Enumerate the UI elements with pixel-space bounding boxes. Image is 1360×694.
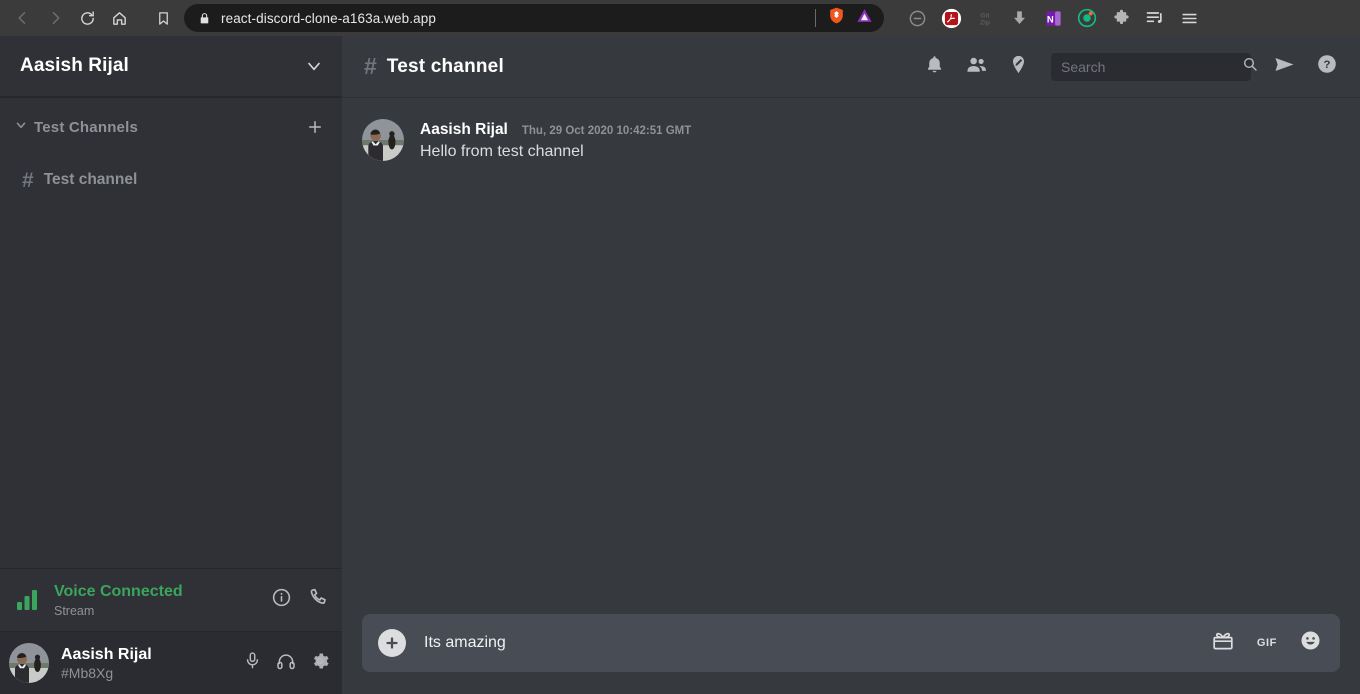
category-label-group: Test Channels	[14, 118, 138, 137]
bookmark-button[interactable]	[148, 3, 178, 33]
svg-text:Zip: Zip	[980, 20, 990, 27]
channel-list: Test Channels # Test channel	[0, 97, 342, 568]
gitzip-icon[interactable]: Git Zip	[974, 7, 996, 29]
page-title: Test channel	[386, 55, 504, 77]
message-author: Aasish Rijal	[420, 121, 508, 138]
back-button[interactable]	[8, 3, 38, 33]
message-input[interactable]	[424, 634, 1211, 652]
help-icon[interactable]: ?	[1316, 53, 1338, 80]
add-channel-button[interactable]	[306, 118, 324, 136]
extensions-puzzle-icon[interactable]	[1110, 7, 1132, 29]
chat-panel: # Test channel Search ? Aasish Rijal Thu…	[342, 36, 1360, 694]
svg-text:?: ?	[1324, 59, 1331, 71]
lock-icon	[198, 12, 211, 25]
user-tag: #Mb8Xg	[61, 665, 114, 682]
message-text: Hello from test channel	[420, 143, 584, 160]
sidebar: Aasish Rijal Test Channels # Test channe…	[0, 36, 342, 694]
search-box[interactable]	[1051, 52, 1257, 81]
circle-dash-icon[interactable]	[906, 7, 928, 29]
voice-text-group: Voice Connected Stream	[54, 582, 271, 618]
voice-subtitle: Stream	[54, 604, 95, 618]
user-actions	[243, 651, 330, 676]
voice-status-text: Voice Connected	[54, 583, 183, 600]
green-target-icon[interactable]	[1076, 7, 1098, 29]
playlist-icon[interactable]	[1144, 7, 1166, 29]
chevron-down-icon[interactable]	[14, 118, 28, 137]
message-row: Aasish Rijal Thu, 29 Oct 2020 10:42:51 G…	[362, 119, 1340, 163]
gift-icon[interactable]	[1211, 629, 1235, 658]
divider	[815, 9, 816, 27]
browser-extension-tray: Git Zip N	[906, 7, 1200, 29]
sidebar-item-test-channel[interactable]: # Test channel	[0, 163, 342, 197]
inbox-send-icon[interactable]	[1273, 53, 1296, 81]
browser-menu-icon[interactable]	[1178, 7, 1200, 29]
server-name: Aasish Rijal	[20, 55, 129, 76]
home-button[interactable]	[104, 3, 134, 33]
voice-actions	[271, 587, 328, 613]
url-bar-actions	[815, 6, 880, 30]
browser-nav-buttons	[0, 3, 134, 33]
channel-header: # Test channel Search ?	[342, 36, 1360, 97]
onenote-icon[interactable]: N	[1042, 7, 1064, 29]
avatar[interactable]	[362, 119, 404, 161]
microphone-icon[interactable]	[243, 651, 262, 675]
download-icon[interactable]	[1008, 7, 1030, 29]
reload-button[interactable]	[72, 3, 102, 33]
svg-text:Git: Git	[980, 12, 990, 19]
hash-icon: #	[22, 168, 34, 192]
category-name: Test Channels	[34, 118, 139, 136]
pin-icon[interactable]	[1008, 54, 1029, 80]
gear-icon[interactable]	[310, 651, 330, 676]
plus-circle-icon[interactable]	[378, 629, 406, 657]
avatar[interactable]	[9, 643, 49, 683]
composer-actions: GIF	[1211, 629, 1322, 658]
message-list: Aasish Rijal Thu, 29 Oct 2020 10:42:51 G…	[342, 97, 1360, 614]
channel-category[interactable]: Test Channels	[0, 113, 342, 141]
sidebar-channel-label: Test channel	[43, 171, 138, 188]
search-input[interactable]	[1061, 58, 1242, 75]
message-meta: Aasish Rijal Thu, 29 Oct 2020 10:42:51 G…	[420, 121, 691, 139]
emoji-icon[interactable]	[1299, 629, 1322, 657]
bell-icon[interactable]	[924, 54, 945, 80]
headphones-icon[interactable]	[276, 651, 296, 676]
channel-header-actions: ?	[924, 52, 1338, 81]
user-meta: Aasish Rijal #Mb8Xg	[61, 645, 243, 681]
discord-app: Aasish Rijal Test Channels # Test channe…	[0, 36, 1360, 694]
user-name: Aasish Rijal	[61, 645, 152, 663]
info-icon[interactable]	[271, 587, 292, 613]
signal-bars-icon	[16, 589, 40, 611]
message-body: Aasish Rijal Thu, 29 Oct 2020 10:42:51 G…	[420, 119, 691, 163]
current-user-panel[interactable]: Aasish Rijal #Mb8Xg	[0, 632, 342, 694]
extension-triangle-icon[interactable]	[855, 6, 874, 30]
gif-button[interactable]: GIF	[1257, 637, 1277, 649]
browser-toolbar: react-discord-clone-a163a.web.app Git Zip…	[0, 0, 1360, 36]
forward-button[interactable]	[40, 3, 70, 33]
chevron-down-icon[interactable]	[304, 56, 324, 76]
brave-shields-icon[interactable]	[827, 6, 846, 30]
phone-icon[interactable]	[307, 587, 328, 613]
message-timestamp: Thu, 29 Oct 2020 10:42:51 GMT	[521, 125, 692, 137]
hash-icon: #	[364, 53, 377, 79]
url-bar[interactable]: react-discord-clone-a163a.web.app	[184, 4, 884, 32]
svg-text:N: N	[1046, 14, 1053, 25]
server-header[interactable]: Aasish Rijal	[0, 36, 342, 97]
channel-title-group: # Test channel	[364, 55, 924, 78]
composer-wrapper: GIF	[342, 614, 1360, 694]
message-composer[interactable]: GIF	[362, 614, 1340, 672]
voice-status-panel: Voice Connected Stream	[0, 568, 342, 632]
members-icon[interactable]	[965, 53, 988, 81]
search-icon[interactable]	[1242, 56, 1258, 77]
url-text: react-discord-clone-a163a.web.app	[221, 10, 436, 26]
adobe-acrobat-icon[interactable]	[940, 7, 962, 29]
